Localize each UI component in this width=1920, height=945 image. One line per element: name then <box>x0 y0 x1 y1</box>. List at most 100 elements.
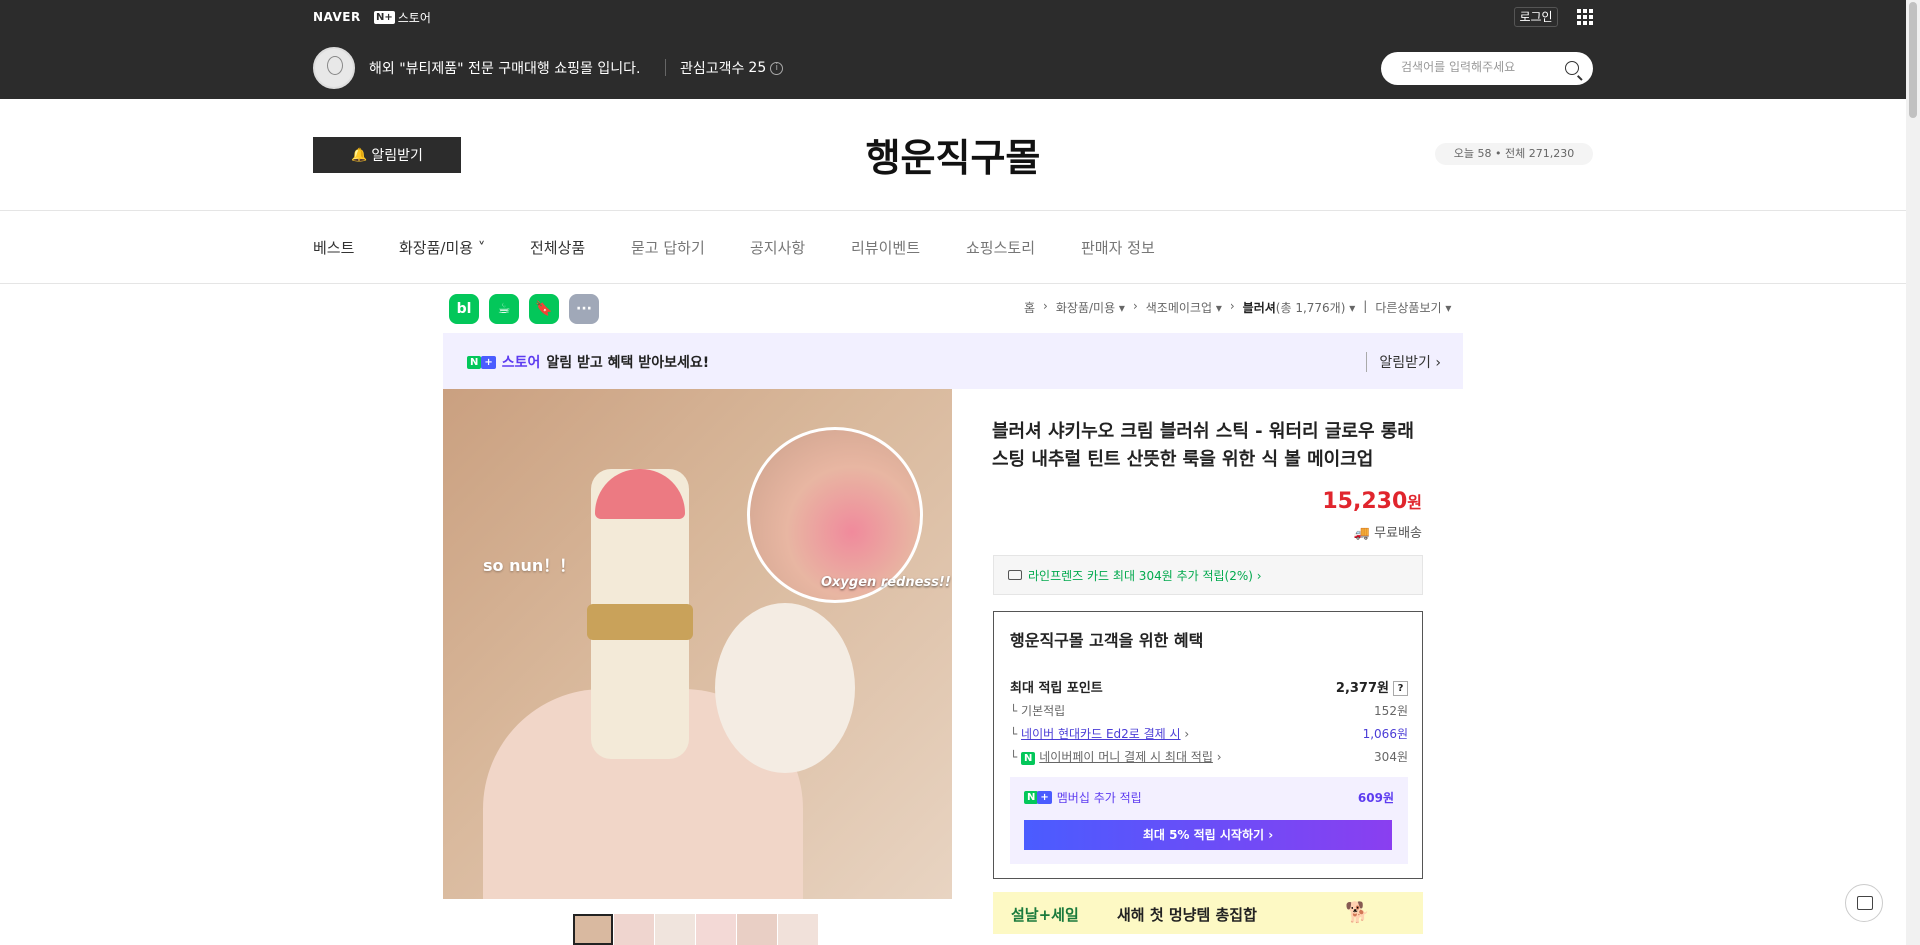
notice-store: 스토어 <box>501 355 541 371</box>
login-button[interactable]: 로그인 <box>1514 7 1558 27</box>
n-plus-icon: N+ <box>374 11 395 24</box>
plus-icon: + <box>1037 791 1052 804</box>
store-title[interactable]: 행운직구몰 <box>0 127 1906 182</box>
divider <box>665 59 666 76</box>
promo-text: 새해 첫 멍냥템 총집합 <box>1117 906 1257 924</box>
membership-start-button[interactable]: 최대 5% 적립 시작하기 › <box>1024 820 1392 850</box>
breadcrumb-cat1[interactable]: 화장품/미용 ▾ <box>1056 299 1125 316</box>
product-price: 15,230원 <box>1230 489 1422 514</box>
cafe-icon[interactable]: ☕ <box>489 294 519 324</box>
membership-label: N + 멤버십 추가 적립 <box>1024 789 1142 806</box>
scrollbar[interactable] <box>1906 0 1920 945</box>
store-brand-link[interactable]: N+ 스토어 <box>374 9 431 26</box>
npay-icon: N <box>1021 752 1036 765</box>
bookmark-icon[interactable]: 🔖 <box>529 294 559 324</box>
pay-points-value: 304원 <box>1374 750 1408 764</box>
card-benefit[interactable]: 라인프렌즈 카드 최대 304원 추가 적립(2%) › <box>993 555 1423 595</box>
breadcrumb-other[interactable]: 다른상품보기 ▾ <box>1375 299 1451 316</box>
image-caption-left: so nun！！ <box>483 556 576 575</box>
blush-cap <box>715 603 855 773</box>
benefit-title: 행운직구몰 고객을 위한 혜택 <box>1010 631 1204 650</box>
thumbnail-5[interactable] <box>737 914 777 945</box>
search-input[interactable] <box>1401 60 1561 74</box>
product-main-image[interactable]: so nun！！ Oxygen redness!! <box>443 389 952 899</box>
top-bar: NAVER N+ 스토어 로그인 해외 "뷰티제품" 전문 구매대행 쇼핑몰 입… <box>0 0 1906 99</box>
thumbnail-6[interactable] <box>778 914 818 945</box>
shipping-info: 🚚 무료배송 <box>1260 522 1422 541</box>
favorites-value: 25 <box>748 60 767 76</box>
thumbnail-2[interactable] <box>614 914 654 945</box>
share-button[interactable] <box>1845 884 1883 922</box>
nav-seller-info[interactable]: 판매자 정보 <box>1081 237 1155 258</box>
alarm-notice-banner: N + 스토어 알림 받고 혜택 받아보세요! 알림받기 › <box>443 333 1463 389</box>
blog-icon[interactable]: bl <box>449 294 479 324</box>
help-icon[interactable]: ? <box>1393 681 1408 696</box>
n-plus-icon: N <box>467 355 482 369</box>
card-benefit-text: 라인프렌즈 카드 최대 304원 추가 적립(2%) › <box>1028 568 1262 583</box>
base-points-value: 152원 <box>1374 704 1408 718</box>
info-icon[interactable]: i <box>770 61 784 75</box>
visit-counter: 오늘 58 • 전체 271,230 <box>1435 143 1593 165</box>
naver-logo[interactable]: NAVER <box>313 10 361 24</box>
nav-qna[interactable]: 묻고 답하기 <box>631 237 705 258</box>
price-value: 15,230 <box>1322 489 1408 514</box>
nav-best[interactable]: 베스트 <box>313 237 354 258</box>
thumbnail-3[interactable] <box>655 914 695 945</box>
benefit-box: 행운직구몰 고객을 위한 혜택 최대 적립 포인트 2,377원? └ 기본적립… <box>993 611 1423 879</box>
base-points-row: └ 기본적립 152원 <box>1010 704 1408 718</box>
max-points-value: 2,377원 <box>1335 681 1389 696</box>
search-box[interactable] <box>1381 52 1593 85</box>
product-title: 블러셔 샤키누오 크림 블러쉬 스틱 - 워터리 글로우 롱래스팅 내추럴 틴트… <box>992 421 1414 470</box>
more-icon[interactable]: ··· <box>569 294 599 324</box>
card-points-link[interactable]: 네이버 현대카드 Ed2로 결제 시 <box>1021 727 1181 741</box>
shop-description: 해외 "뷰티제품" 전문 구매대행 쇼핑몰 입니다. <box>369 61 641 77</box>
max-points-row: 최대 적립 포인트 2,377원? <box>1010 677 1408 696</box>
breadcrumb-home[interactable]: 홈 <box>1024 299 1035 316</box>
chevron-down-icon: ˅ <box>473 239 486 257</box>
membership-box: N + 멤버십 추가 적립 609원 최대 5% 적립 시작하기 › <box>1010 777 1408 864</box>
nav-review-event[interactable]: 리뷰이벤트 <box>851 237 920 258</box>
credit-card-icon <box>1008 570 1022 580</box>
share-icons: bl ☕ 🔖 ··· <box>449 294 599 324</box>
price-unit: 원 <box>1407 493 1422 512</box>
truck-icon: 🚚 <box>1353 526 1375 541</box>
nav-cosmetics[interactable]: 화장품/미용 ˅ <box>399 237 485 258</box>
store-nav: 베스트 화장품/미용 ˅ 전체상품 묻고 답하기 공지사항 리뷰이벤트 쇼핑스토… <box>0 211 1906 284</box>
shop-avatar[interactable] <box>313 47 355 89</box>
apps-grid-icon[interactable] <box>1577 9 1593 25</box>
thumbnail-strip <box>573 914 818 945</box>
scrollbar-thumb[interactable] <box>1909 2 1917 118</box>
favorites-label: 관심고객수 <box>680 61 745 77</box>
nav-all-products[interactable]: 전체상품 <box>530 237 585 258</box>
nav-cosmetics-label: 화장품/미용 <box>399 239 474 257</box>
favorites-count: 관심고객수 25 i <box>680 58 784 78</box>
breadcrumb: 홈 › 화장품/미용 ▾ › 색조메이크업 ▾ › 블러셔(총 1,776개) ▾ |… <box>1024 299 1452 316</box>
pet-icon: 🐕 <box>1345 900 1370 924</box>
promo-banner[interactable]: 설날+세일 새해 첫 멍냥템 총집합 🐕 <box>993 892 1423 934</box>
pay-points-link[interactable]: 네이버페이 머니 결제 시 최대 적립 <box>1039 750 1213 764</box>
nav-notice[interactable]: 공지사항 <box>750 237 805 258</box>
plus-icon: + <box>481 355 496 369</box>
nav-shopping-story[interactable]: 쇼핑스토리 <box>966 237 1035 258</box>
membership-value: 609원 <box>1357 791 1394 805</box>
base-points-label: 기본적립 <box>1021 704 1066 718</box>
blush-stick-band <box>587 604 693 640</box>
notice-alarm-button[interactable]: 알림받기 › <box>1366 352 1441 372</box>
thumbnail-4[interactable] <box>696 914 736 945</box>
card-points-row: └ 네이버 현대카드 Ed2로 결제 시 › 1,066원 <box>1010 727 1408 741</box>
notice-text: 알림 받고 혜택 받아보세요! <box>546 355 710 371</box>
breadcrumb-cat3[interactable]: 블러셔(총 1,776개) ▾ <box>1243 299 1356 316</box>
store-brand-label: 스토어 <box>397 11 431 25</box>
store-header: 🔔 알림받기 행운직구몰 오늘 58 • 전체 271,230 <box>0 99 1906 211</box>
breadcrumb-cat2[interactable]: 색조메이크업 ▾ <box>1146 299 1222 316</box>
card-points-value: 1,066원 <box>1362 727 1408 741</box>
notice-left: N + 스토어 알림 받고 혜택 받아보세요! <box>467 352 709 372</box>
search-icon[interactable] <box>1565 61 1579 75</box>
pay-points-row: └ N 네이버페이 머니 결제 시 최대 적립 › 304원 <box>1010 750 1408 765</box>
n-plus-icon: N <box>1024 791 1039 804</box>
max-points-label: 최대 적립 포인트 <box>1010 681 1103 696</box>
shipping-label: 무료배송 <box>1374 526 1422 541</box>
image-caption-right: Oxygen redness!! <box>821 575 951 590</box>
promo-tag: 설날+세일 <box>1011 906 1079 924</box>
thumbnail-1[interactable] <box>573 914 613 945</box>
